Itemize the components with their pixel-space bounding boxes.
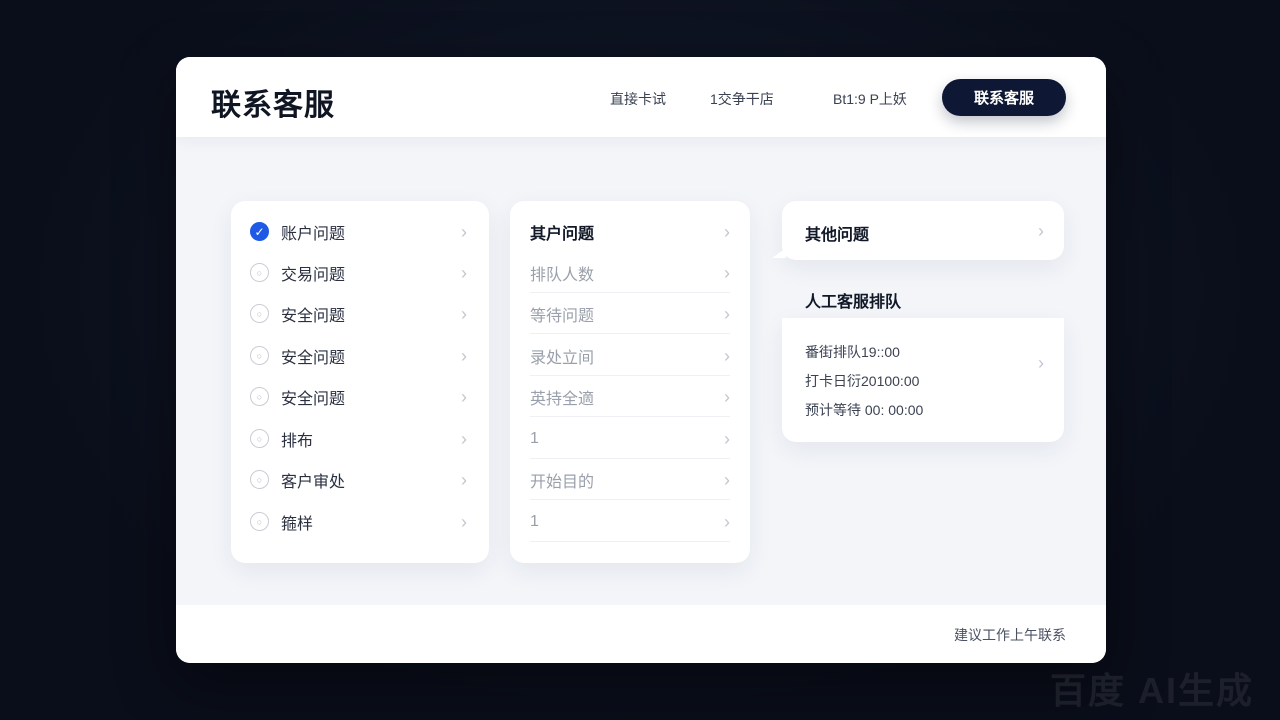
queue-section-title: 人工客服排队 <box>805 294 902 311</box>
chevron-right-icon: › <box>724 469 730 490</box>
check-circle-icon: ✓ <box>250 222 269 241</box>
subcategory-label: 排队人数 <box>530 266 595 284</box>
radio-circle-icon: ○ <box>250 470 269 489</box>
radio-circle-icon: ○ <box>250 304 269 323</box>
row-divider <box>530 333 730 334</box>
category-label: 安全问题 <box>281 349 346 367</box>
row-divider <box>530 499 730 500</box>
category-label: 箍样 <box>281 515 314 533</box>
radio-circle-icon: ○ <box>250 346 269 365</box>
category-item-sample[interactable]: ○ 箍样 › <box>231 501 489 542</box>
category-item-account[interactable]: ✓ 账户问题 › <box>231 211 489 252</box>
category-item-security-3[interactable]: ○ 安全问题 › <box>231 376 489 417</box>
subcategory-label: 开始目的 <box>530 473 595 491</box>
chevron-right-icon: › <box>461 262 467 283</box>
subcategory-item[interactable]: 开始目的 › <box>510 459 750 500</box>
other-issues-label: 其他问题 <box>805 227 870 244</box>
chevron-right-icon[interactable]: › <box>1038 354 1044 372</box>
category-label: 安全问题 <box>281 307 346 325</box>
category-label: 账户问题 <box>281 225 346 243</box>
chevron-right-icon: › <box>724 386 730 407</box>
subcategory-item[interactable]: 等待问题 › <box>510 293 750 334</box>
header-bar: 联系客服 直接卡试 1交争干店 Bt1:9 P上妖 联系客服 <box>176 57 1106 137</box>
subcategory-label: 英持全適 <box>530 390 595 408</box>
contact-support-button[interactable]: 联系客服 <box>942 79 1066 116</box>
subcategory-menu: 其户问题 › 排队人数 › 等待问题 › 录处立间 › 英持全適 › 1 › 开… <box>510 201 750 563</box>
chevron-right-icon: › <box>461 221 467 242</box>
chevron-right-icon: › <box>461 469 467 490</box>
chevron-right-icon: › <box>724 511 730 532</box>
chevron-right-icon: › <box>1038 220 1044 241</box>
subcategory-label: 录处立间 <box>530 349 595 367</box>
queue-info-line: 番街排队19::00 <box>805 344 900 360</box>
radio-circle-icon: ○ <box>250 387 269 406</box>
queue-info-line: 预计等待 00: 00:00 <box>805 402 924 418</box>
subcategory-label: 其户问题 <box>530 225 595 243</box>
chevron-right-icon: › <box>461 511 467 532</box>
subcategory-item[interactable]: 录处立间 › <box>510 335 750 376</box>
chevron-right-icon: › <box>724 345 730 366</box>
footer-bar: 建议工作上午联系 <box>176 605 1106 663</box>
category-label: 安全问题 <box>281 390 346 408</box>
nav-link-1[interactable]: 直接卡试 <box>610 89 666 109</box>
support-window: 联系客服 直接卡试 1交争干店 Bt1:9 P上妖 联系客服 ✓ 账户问题 › … <box>176 57 1106 663</box>
category-label: 交易问题 <box>281 266 346 284</box>
queue-info-line: 打卡日衍20100:00 <box>805 373 920 389</box>
subcategory-label: 1 <box>530 512 539 530</box>
row-divider <box>530 541 730 542</box>
category-item-security-1[interactable]: ○ 安全问题 › <box>231 293 489 334</box>
nav-link-3[interactable]: Bt1:9 P上妖 <box>833 89 907 109</box>
other-issues-item[interactable]: 其他问题 › <box>772 201 1064 260</box>
chevron-right-icon: › <box>461 345 467 366</box>
category-item-trade[interactable]: ○ 交易问题 › <box>231 252 489 293</box>
page-title: 联系客服 <box>211 89 335 122</box>
subcategory-item[interactable]: 1 › <box>510 501 750 542</box>
chevron-right-icon: › <box>461 386 467 407</box>
category-menu: ✓ 账户问题 › ○ 交易问题 › ○ 安全问题 › ○ 安全问题 › ○ 安全… <box>231 201 489 563</box>
subcategory-item[interactable]: 1 › <box>510 418 750 459</box>
chevron-right-icon: › <box>724 428 730 449</box>
category-label: 排布 <box>281 432 314 450</box>
category-item-security-2[interactable]: ○ 安全问题 › <box>231 335 489 376</box>
chevron-right-icon: › <box>724 303 730 324</box>
queue-info-card: 番街排队19::00 打卡日衍20100:00 预计等待 00: 00:00 › <box>782 318 1064 442</box>
footer-note: 建议工作上午联系 <box>954 627 1066 643</box>
category-label: 客户审处 <box>281 473 346 491</box>
chevron-right-icon: › <box>724 262 730 283</box>
subcategory-item[interactable]: 排队人数 › <box>510 252 750 293</box>
subcategory-item[interactable]: 其户问题 › <box>510 211 750 252</box>
subcategory-item[interactable]: 英持全適 › <box>510 376 750 417</box>
radio-circle-icon: ○ <box>250 429 269 448</box>
subcategory-label: 1 <box>530 429 539 447</box>
chevron-right-icon: › <box>461 428 467 449</box>
radio-circle-icon: ○ <box>250 512 269 531</box>
subcategory-label: 等待问题 <box>530 307 595 325</box>
row-divider <box>530 416 730 417</box>
category-item-layout[interactable]: ○ 排布 › <box>231 418 489 459</box>
watermark: 百度 AI生成 <box>1050 670 1255 711</box>
chevron-right-icon: › <box>461 303 467 324</box>
radio-circle-icon: ○ <box>250 263 269 282</box>
nav-link-2[interactable]: 1交争干店 <box>710 89 774 109</box>
chevron-right-icon: › <box>724 221 730 242</box>
category-item-customer[interactable]: ○ 客户审处 › <box>231 459 489 500</box>
